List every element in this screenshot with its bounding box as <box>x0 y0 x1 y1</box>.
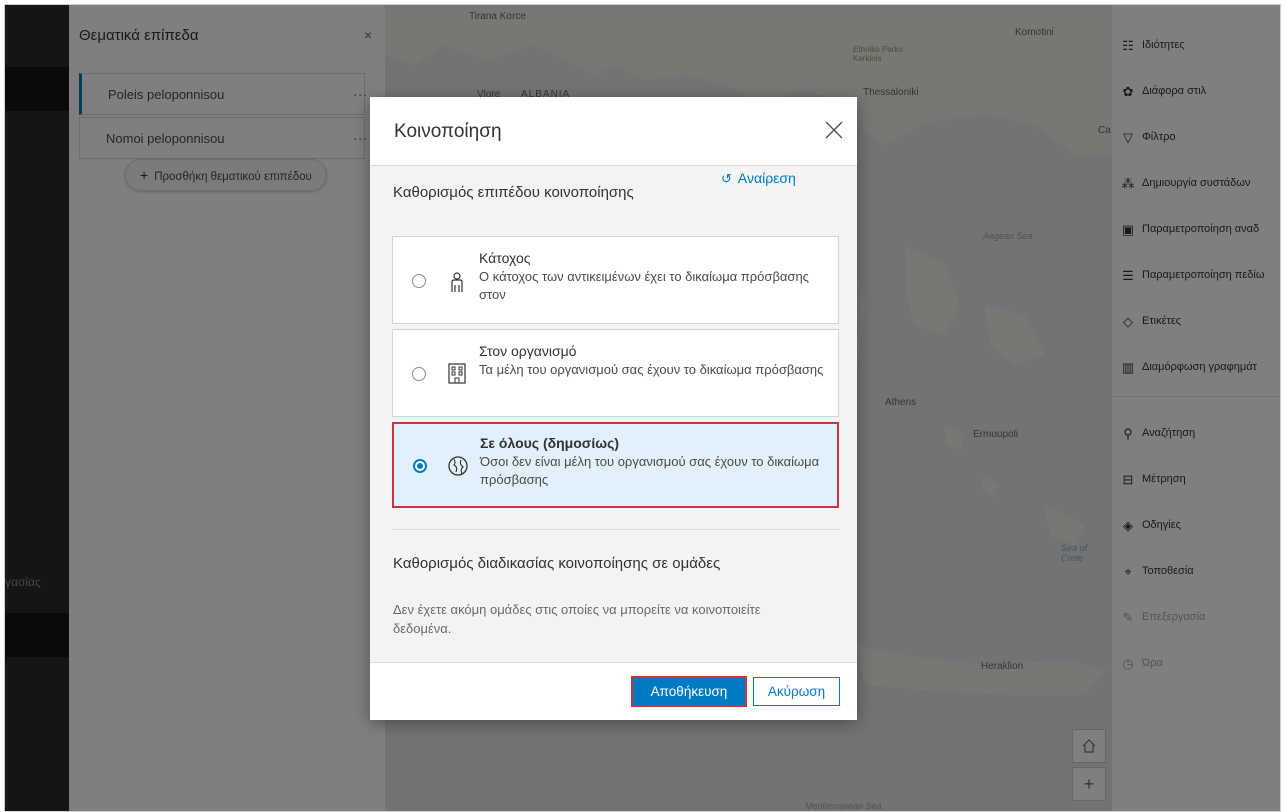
group-sharing-title: Καθορισμός διαδικασίας κοινοποίησης σε ο… <box>393 555 721 572</box>
sharing-level-title: Καθορισμός επιπέδου κοινοποίησης <box>393 184 634 201</box>
dialog-header: Κοινοποίηση <box>370 97 857 166</box>
reset-label: Αναίρεση <box>737 170 796 186</box>
option-description: Τα μέλη του οργανισμού σας έχουν το δικα… <box>479 362 824 377</box>
share-dialog: Κοινοποίηση Καθορισμός επιπέδου κοινοποί… <box>370 97 857 720</box>
option-title: Κάτοχος <box>479 250 531 266</box>
group-sharing-description: Δεν έχετε ακόμη ομάδες στις οποίες να μπ… <box>393 602 761 636</box>
radio-organization[interactable] <box>412 367 426 381</box>
section-divider <box>392 529 839 530</box>
share-option-owner[interactable]: Κάτοχος Ο κάτοχος των αντικειμένων έχει … <box>392 236 839 324</box>
option-title: Στον οργανισμό <box>479 343 577 359</box>
share-option-public[interactable]: Σε όλους (δημοσίως) Όσοι δεν είναι μέλη … <box>392 422 839 508</box>
dialog-footer: Αποθήκευση Ακύρωση <box>370 662 857 720</box>
close-icon[interactable] <box>823 119 845 141</box>
owner-icon <box>451 272 463 292</box>
app-window: γασίας Θεματικά επίπεδα × Poleis pelopon… <box>4 4 1281 812</box>
cancel-button[interactable]: Ακύρωση <box>753 677 840 706</box>
share-option-organization[interactable]: Στον οργανισμό Τα μέλη του οργανισμού σα… <box>392 329 839 417</box>
option-description: Ο κάτοχος των αντικειμένων έχει το δικαί… <box>479 269 809 302</box>
save-button[interactable]: Αποθήκευση <box>631 676 747 707</box>
option-description: Όσοι δεν είναι μέλη του οργανισμού σας έ… <box>480 454 820 487</box>
radio-owner[interactable] <box>412 274 426 288</box>
globe-icon <box>448 456 468 476</box>
dialog-title: Κοινοποίηση <box>394 121 502 142</box>
undo-icon: ↺ <box>721 171 732 186</box>
option-title: Σε όλους (δημοσίως) <box>480 435 620 451</box>
organization-icon <box>448 363 466 384</box>
radio-public[interactable] <box>413 459 427 473</box>
reset-button[interactable]: ↺ Αναίρεση <box>721 170 796 187</box>
